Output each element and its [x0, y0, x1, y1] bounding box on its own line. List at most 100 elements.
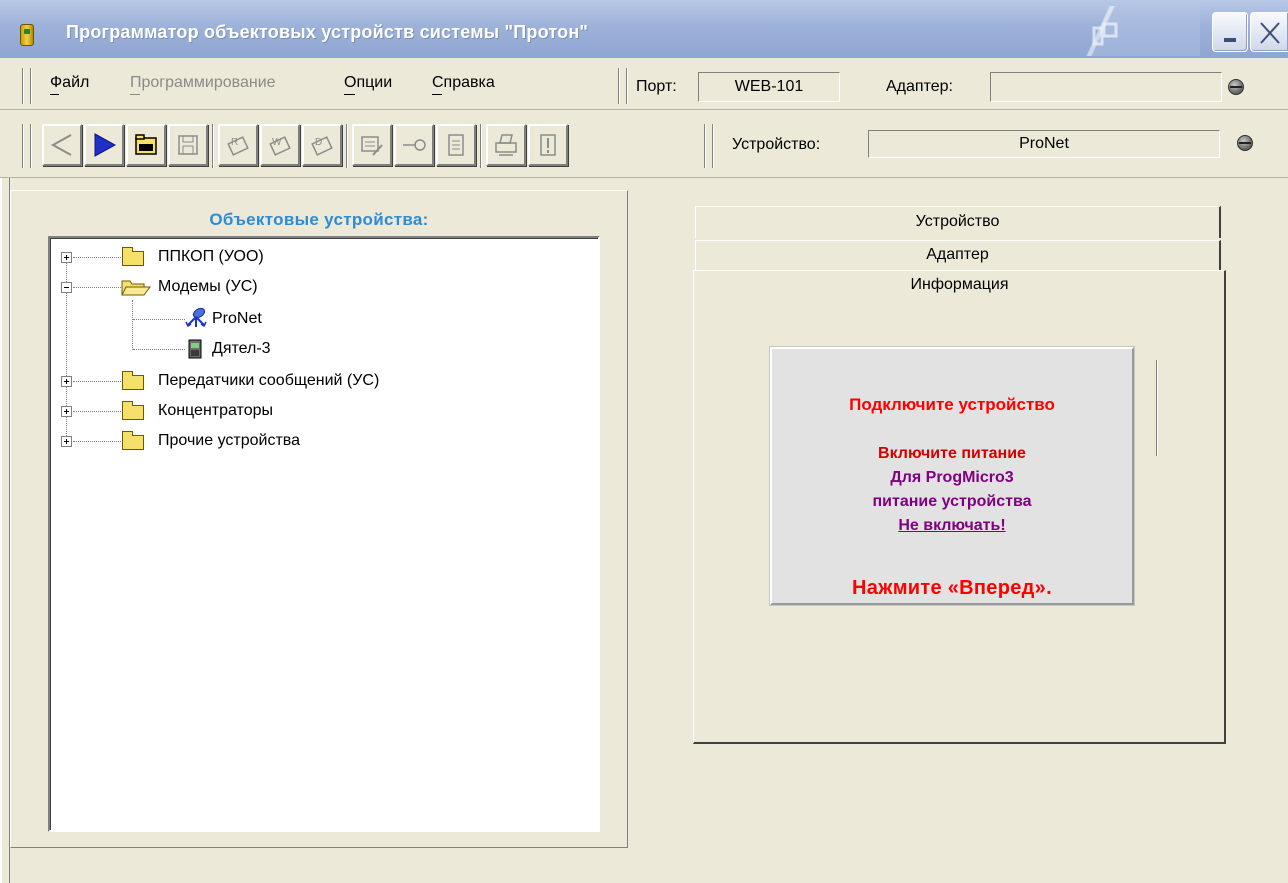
window-left-edge [0, 178, 10, 883]
menu-file[interactable]: Файл [50, 74, 89, 92]
folder-icon [122, 401, 144, 420]
grip [712, 124, 714, 168]
tree-item-concentrators[interactable]: Концентраторы [158, 402, 273, 420]
adapter-field [990, 72, 1222, 102]
mnemonic-underline [432, 94, 442, 95]
tree-connector [132, 300, 133, 350]
close-icon [1260, 22, 1280, 44]
objects-panel-title: Объектовые устройства: [209, 210, 429, 229]
tree-connector [73, 257, 121, 258]
menu-options[interactable]: Опции [344, 74, 392, 92]
open-folder-icon [121, 280, 151, 296]
port-field: WEB-101 [698, 72, 840, 102]
do-not-power-message: Не включать! [898, 517, 1006, 534]
collapse-toggle[interactable] [61, 282, 72, 293]
device-tree[interactable] [48, 236, 600, 832]
tree-item-dyatel[interactable]: Дятел-3 [212, 340, 271, 358]
svg-text:R: R [231, 137, 238, 148]
port-label: Порт: [636, 78, 677, 95]
save-icon [178, 135, 198, 155]
menu-programming[interactable]: Программирование [130, 74, 276, 92]
erase-button[interactable]: D [302, 124, 342, 166]
expand-toggle[interactable] [61, 376, 72, 387]
grip [22, 124, 24, 168]
network-device-icon [185, 307, 207, 328]
read-button[interactable]: R [218, 124, 258, 166]
edit-icon [361, 136, 383, 156]
tree-item-modems[interactable]: Модемы (УС) [158, 278, 258, 296]
mnemonic-underline [130, 94, 140, 95]
press-next-message: Нажмите «Вперед». [852, 577, 1052, 599]
folder-icon [122, 431, 144, 450]
info-message-panel: Подключите устройство Включите питание Д… [770, 347, 1134, 605]
tab-device[interactable]: Устройство [695, 206, 1221, 238]
svg-text:D: D [315, 137, 322, 148]
print-icon [495, 134, 517, 156]
grip [30, 124, 32, 168]
connect-device-message: Подключите устройство [849, 395, 1055, 414]
device-power-message: питание устройства [872, 493, 1032, 510]
write-button[interactable]: W [260, 124, 300, 166]
minimize-button[interactable] [1212, 12, 1248, 52]
divider [1156, 360, 1158, 456]
device-status-led-icon [1237, 135, 1253, 151]
separator [480, 124, 482, 168]
tree-connector [73, 411, 121, 412]
read-chip-icon: R [227, 136, 249, 156]
forward-icon [94, 133, 117, 157]
brand-logo-icon [1092, 22, 1118, 46]
tab-adapter[interactable]: Адаптер [695, 240, 1221, 270]
info-icon [540, 134, 556, 156]
separator [346, 124, 348, 168]
key-button[interactable] [394, 124, 434, 166]
separator [618, 68, 620, 104]
tab-info[interactable]: Информация [693, 276, 1226, 294]
mnemonic-underline [50, 94, 59, 95]
open-button[interactable] [126, 124, 166, 166]
back-button[interactable] [42, 124, 82, 166]
save-button[interactable] [168, 124, 208, 166]
tree-connector [73, 287, 121, 288]
expand-toggle[interactable] [61, 436, 72, 447]
expand-toggle[interactable] [61, 406, 72, 417]
edit-button[interactable] [352, 124, 392, 166]
grip [30, 68, 32, 104]
title-ornament [1060, 6, 1200, 56]
progmicro-message: Для ProgMicro3 [890, 469, 1014, 486]
menu-help[interactable]: Справка [432, 74, 495, 92]
svg-text:W: W [272, 137, 282, 148]
tree-connector [133, 349, 185, 350]
expand-toggle[interactable] [61, 252, 72, 263]
write-chip-icon: W [269, 136, 291, 156]
device-label: Устройство: [732, 136, 821, 153]
separator [704, 124, 706, 168]
separator [212, 124, 214, 168]
open-folder-icon [135, 134, 157, 155]
folder-icon [122, 371, 144, 390]
tree-item-transmitters[interactable]: Передатчики сообщений (УС) [158, 372, 379, 390]
key-icon [403, 139, 426, 151]
print-button[interactable] [486, 124, 526, 166]
close-button[interactable] [1250, 12, 1288, 52]
folder-icon [122, 247, 144, 266]
tree-item-pronet[interactable]: ProNet [212, 310, 262, 328]
list-icon [448, 134, 464, 156]
power-on-message: Включите питание [878, 445, 1026, 462]
forward-button[interactable] [84, 124, 124, 166]
device-field: ProNet [868, 130, 1220, 158]
window-title: Программатор объектовых устройств систем… [66, 22, 589, 42]
tree-item-other-devices[interactable]: Прочие устройства [158, 432, 300, 450]
grip [22, 68, 24, 104]
mnemonic-underline [344, 94, 355, 95]
tree-connector [73, 381, 121, 382]
adapter-label: Адаптер: [886, 78, 953, 95]
tree-item-ppkop[interactable]: ППКОП (УОО) [158, 248, 264, 266]
erase-chip-icon: D [311, 136, 333, 156]
info-button[interactable] [528, 124, 568, 166]
tree-connector [133, 319, 185, 320]
back-icon [50, 134, 72, 156]
device-icon [188, 339, 202, 359]
grip [626, 68, 628, 104]
list-button[interactable] [436, 124, 476, 166]
app-icon [20, 24, 34, 46]
